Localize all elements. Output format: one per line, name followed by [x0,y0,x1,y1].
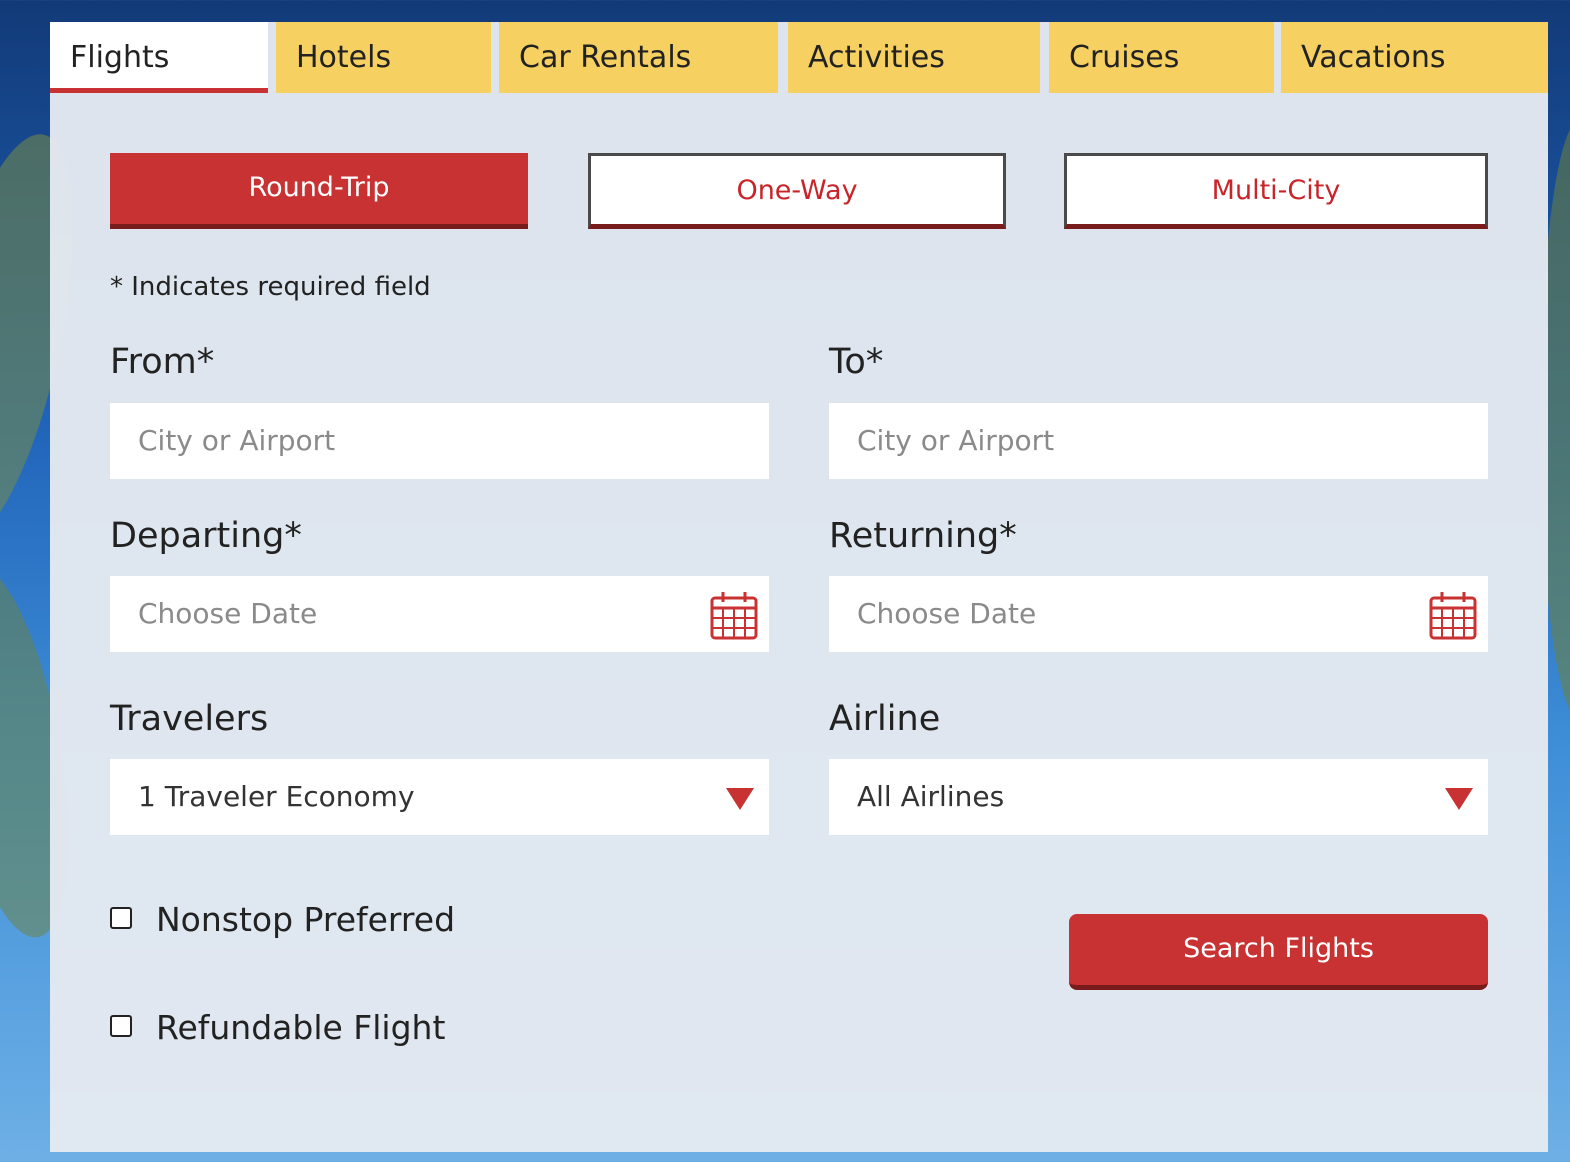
returning-date-placeholder: Choose Date [857,597,1037,630]
from-label: From* [110,342,215,382]
to-label: To* [829,342,884,382]
from-input[interactable]: City or Airport [110,403,769,479]
nonstop-label: Nonstop Preferred [156,900,456,939]
returning-label: Returning* [829,516,1017,556]
required-field-note: * Indicates required field [110,272,431,302]
airline-select[interactable]: All Airlines [829,759,1488,835]
tab-activities[interactable]: Activities [788,22,1040,93]
multi-city-button[interactable]: Multi-City [1064,153,1488,229]
to-input[interactable]: City or Airport [829,403,1488,479]
nonstop-checkbox[interactable] [110,907,132,929]
tab-flights[interactable]: Flights [50,22,268,93]
tab-vacations[interactable]: Vacations [1281,22,1548,93]
refundable-label: Refundable Flight [156,1008,446,1047]
airline-label: Airline [829,699,941,739]
chevron-down-icon [1445,788,1473,810]
tab-car-rentals[interactable]: Car Rentals [499,22,778,93]
returning-date-input[interactable]: Choose Date [829,576,1488,652]
calendar-icon[interactable] [1429,590,1477,640]
calendar-icon[interactable] [710,590,758,640]
one-way-button[interactable]: One-Way [588,153,1006,229]
travelers-label: Travelers [110,699,269,739]
departing-label: Departing* [110,516,302,556]
booking-tabs: Flights Hotels Car Rentals Activities Cr… [50,22,1548,93]
tab-cruises[interactable]: Cruises [1049,22,1274,93]
tab-hotels[interactable]: Hotels [276,22,491,93]
departing-date-placeholder: Choose Date [138,597,318,630]
travelers-select[interactable]: 1 Traveler Economy [110,759,769,835]
chevron-down-icon [726,788,754,810]
flight-search-panel: Flights Hotels Car Rentals Activities Cr… [50,22,1548,1152]
departing-date-input[interactable]: Choose Date [110,576,769,652]
airline-value: All Airlines [857,780,1005,813]
travelers-value: 1 Traveler Economy [138,780,415,813]
round-trip-button[interactable]: Round-Trip [110,153,528,229]
search-flights-button[interactable]: Search Flights [1069,914,1488,990]
refundable-checkbox[interactable] [110,1015,132,1037]
